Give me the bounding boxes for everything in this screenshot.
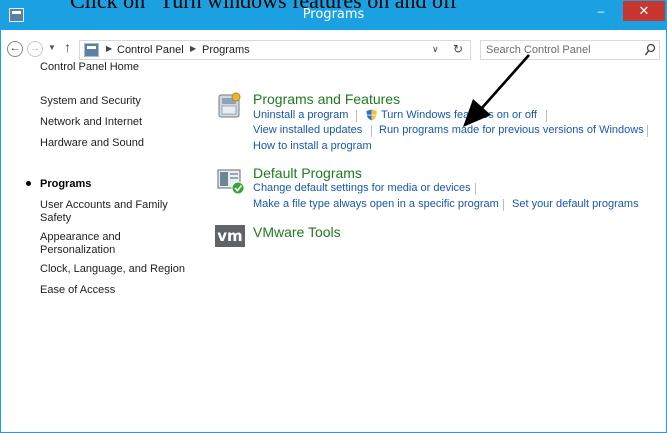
nav-user-accounts[interactable]: User Accounts and Family — [40, 199, 168, 212]
link-separator — [356, 110, 357, 122]
chevron-right-icon[interactable]: ▶ — [106, 44, 112, 53]
nav-user-accounts-line2[interactable]: Safety — [40, 212, 71, 225]
forward-button[interactable]: → — [27, 41, 43, 57]
instruction-caption: Click on "Turn windows features on and o… — [0, 0, 667, 11]
address-bar: ← → ▼ ↑ ▶ Control Panel ▶ Programs ∨ ↻ — [1, 36, 666, 60]
nav-ease-of-access[interactable]: Ease of Access — [40, 284, 115, 297]
control-panel-window: Programs – ✕ ← → ▼ ↑ ▶ Control Panel ▶ P… — [0, 0, 667, 433]
programs-and-features-icon[interactable] — [215, 91, 245, 119]
uninstall-program-link[interactable]: Uninstall a program — [253, 109, 348, 121]
chevron-down-icon[interactable]: ∨ — [432, 44, 439, 55]
how-to-install-link[interactable]: How to install a program — [253, 140, 372, 152]
nav-appearance-line2[interactable]: Personalization — [40, 244, 115, 257]
link-separator — [503, 199, 504, 211]
vmware-tools-title[interactable]: VMware Tools — [253, 224, 341, 240]
breadcrumb-programs[interactable]: Programs — [202, 44, 250, 56]
nav-system-and-security[interactable]: System and Security — [40, 95, 141, 108]
nav-programs: Programs — [40, 178, 92, 190]
default-programs-icon[interactable] — [215, 167, 245, 195]
up-arrow-icon[interactable]: ↑ — [64, 39, 71, 55]
uac-shield-icon — [366, 109, 377, 121]
chevron-right-icon[interactable]: ▶ — [190, 44, 196, 53]
programs-and-features-title[interactable]: Programs and Features — [253, 91, 400, 107]
nav-control-panel-home[interactable]: Control Panel Home — [40, 61, 139, 74]
control-panel-icon — [84, 43, 99, 57]
link-separator — [647, 125, 648, 137]
view-installed-updates-link[interactable]: View installed updates — [253, 124, 362, 136]
set-default-programs-link[interactable]: Set your default programs — [512, 198, 639, 210]
file-type-association-link[interactable]: Make a file type always open in a specif… — [253, 198, 499, 210]
recent-locations-icon[interactable]: ▼ — [48, 43, 56, 52]
back-button[interactable]: ← — [7, 41, 23, 57]
change-default-settings-link[interactable]: Change default settings for media or dev… — [253, 182, 471, 194]
main-content: Programs and Features Uninstall a progra… — [201, 61, 666, 431]
breadcrumb[interactable]: ▶ Control Panel ▶ Programs ∨ ↻ — [79, 40, 471, 60]
link-separator — [371, 125, 372, 137]
search-icon[interactable] — [644, 43, 656, 57]
default-programs-title[interactable]: Default Programs — [253, 165, 362, 181]
breadcrumb-control-panel[interactable]: Control Panel — [117, 44, 184, 56]
nav-network-and-internet[interactable]: Network and Internet — [40, 116, 142, 129]
left-navigation-pane: Control Panel Home System and Security N… — [1, 61, 201, 421]
nav-clock-language-region[interactable]: Clock, Language, and Region — [40, 263, 185, 276]
link-separator — [475, 183, 476, 195]
link-separator — [546, 110, 547, 122]
vmware-logo-icon[interactable]: vm — [215, 225, 245, 247]
nav-hardware-and-sound[interactable]: Hardware and Sound — [40, 137, 144, 150]
annotation-arrow-icon — [463, 54, 530, 127]
nav-appearance[interactable]: Appearance and — [40, 231, 121, 244]
current-page-bullet — [26, 181, 31, 186]
